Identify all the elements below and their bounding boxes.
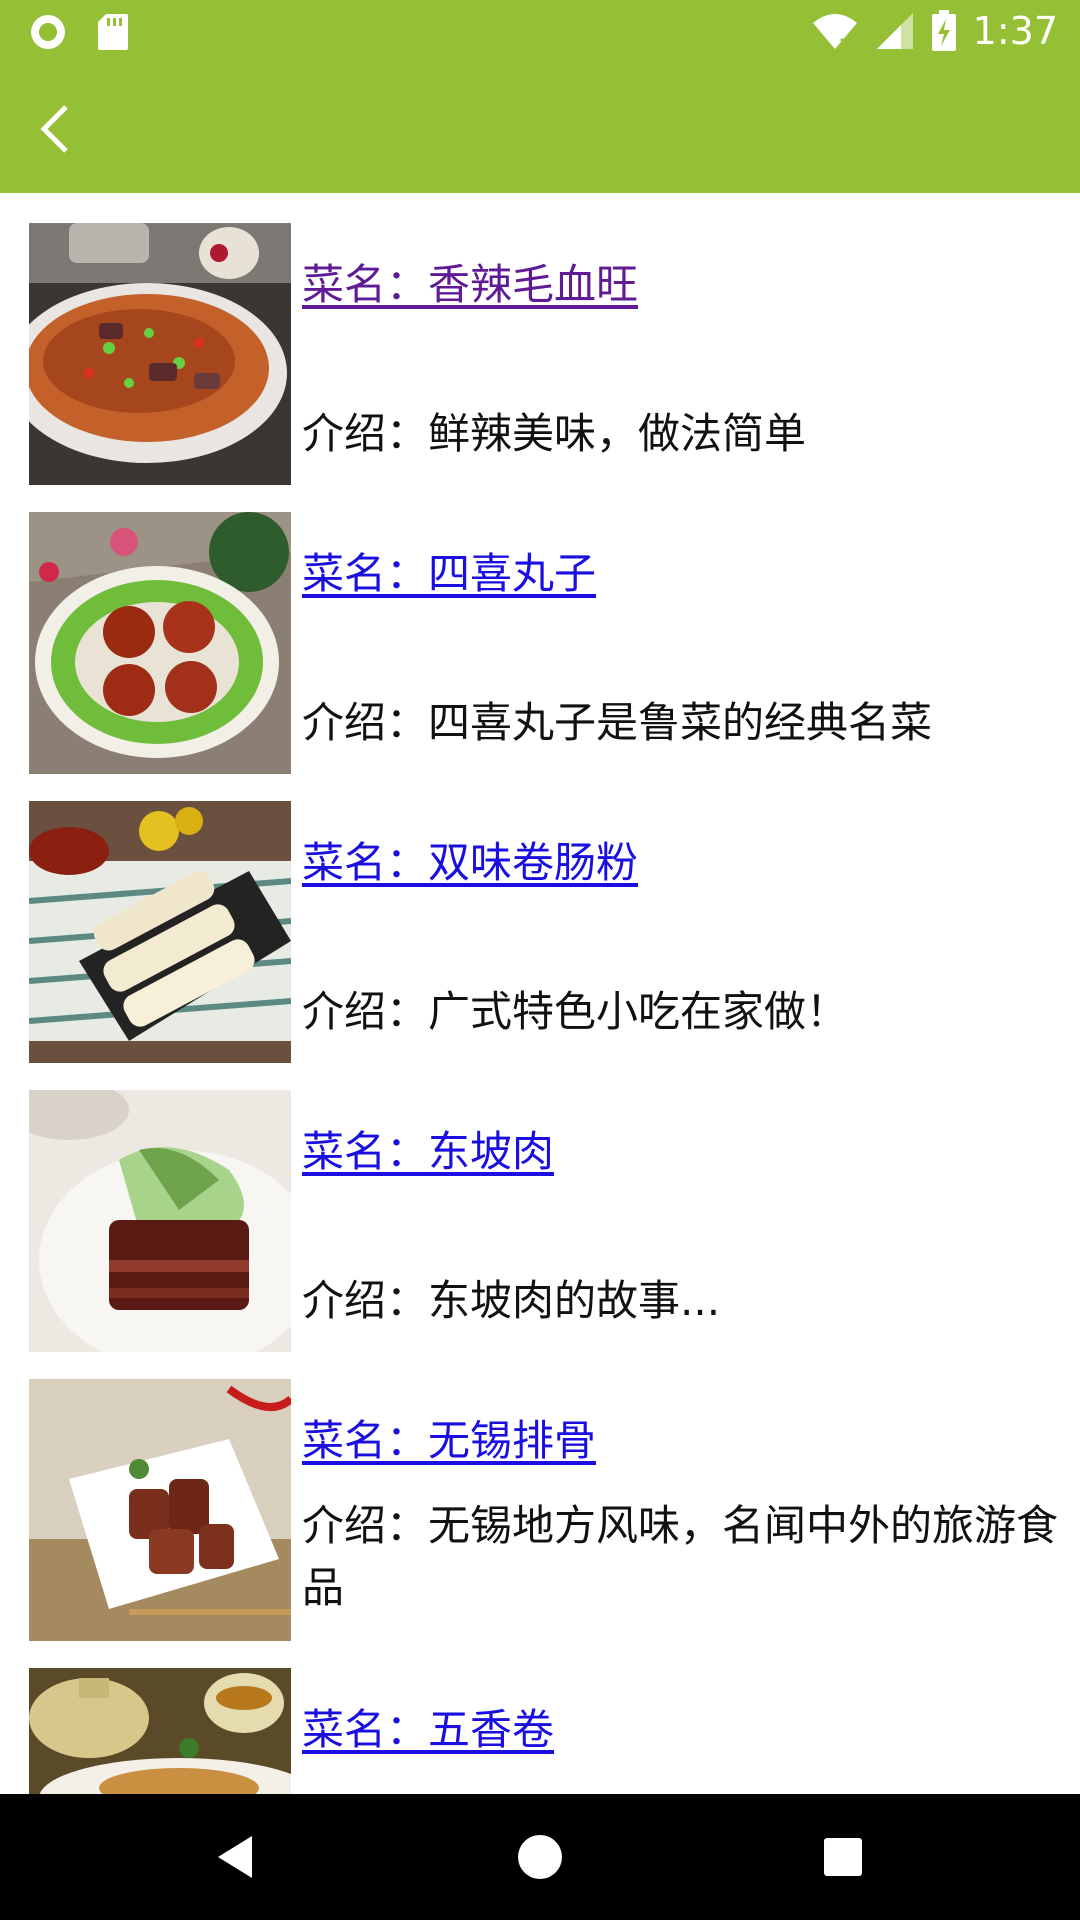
list-item[interactable]: 菜名：四喜丸子 介绍：四喜丸子是鲁菜的经典名菜 bbox=[29, 512, 1069, 774]
battery-charging-icon bbox=[931, 10, 956, 51]
status-time: 1:37 bbox=[972, 9, 1058, 53]
app-bar bbox=[0, 63, 1080, 193]
status-right-icons: 1:37 bbox=[811, 8, 1058, 54]
dish-image[interactable] bbox=[29, 223, 291, 485]
dish-intro: 介绍：四喜丸子是鲁菜的经典名菜 bbox=[302, 698, 933, 747]
dish-image[interactable] bbox=[29, 1090, 291, 1352]
sd-card-icon bbox=[98, 14, 128, 50]
dish-photo-rice-noodle-rolls bbox=[29, 801, 291, 1063]
square-recents-icon bbox=[824, 1838, 862, 1876]
dish-name-link[interactable]: 菜名：香辣毛血旺 bbox=[302, 259, 638, 311]
navigation-bar bbox=[0, 1794, 1080, 1920]
dish-intro: 介绍：广式特色小吃在家做！ bbox=[302, 987, 849, 1036]
list-item[interactable]: 菜名：五香卷 bbox=[29, 1668, 1069, 1794]
list-item[interactable]: 菜名：香辣毛血旺 介绍：鲜辣美味，做法简单 bbox=[29, 223, 1069, 485]
chevron-left-icon bbox=[40, 105, 68, 153]
circle-home-icon bbox=[518, 1835, 562, 1879]
dish-intro: 介绍：东坡肉的故事... bbox=[302, 1276, 721, 1325]
dish-photo-five-spice-rolls bbox=[29, 1668, 291, 1794]
dish-photo-dongpo-pork bbox=[29, 1090, 291, 1352]
dish-image[interactable] bbox=[29, 512, 291, 774]
circle-notification-icon bbox=[31, 15, 65, 49]
list-item[interactable]: 菜名：东坡肉 介绍：东坡肉的故事... bbox=[29, 1090, 1069, 1352]
dish-photo-wuxi-ribs bbox=[29, 1379, 291, 1641]
wifi-icon bbox=[812, 14, 857, 49]
dish-photo-spicy-blood-stew bbox=[29, 223, 291, 485]
dish-name-link[interactable]: 菜名：四喜丸子 bbox=[302, 548, 596, 600]
nav-recents-button[interactable] bbox=[810, 1824, 876, 1890]
status-left-icons bbox=[28, 12, 130, 52]
dish-name-link[interactable]: 菜名：东坡肉 bbox=[302, 1126, 554, 1178]
list-item[interactable]: 菜名：双味卷肠粉 介绍：广式特色小吃在家做！ bbox=[29, 801, 1069, 1063]
dish-intro: 介绍：鲜辣美味，做法简单 bbox=[302, 409, 807, 458]
signal-icon bbox=[876, 13, 913, 49]
nav-back-button[interactable] bbox=[204, 1824, 270, 1890]
dish-intro: 介绍：无锡地方风味，名闻中外的旅游食品 bbox=[302, 1501, 1059, 1612]
dish-name-link[interactable]: 菜名：双味卷肠粉 bbox=[302, 837, 638, 889]
dish-list[interactable]: 菜名：香辣毛血旺 介绍：鲜辣美味，做法简单 菜名：四喜丸子 介绍：四喜丸子是鲁菜… bbox=[0, 193, 1080, 1794]
dish-name-link[interactable]: 菜名：无锡排骨 bbox=[302, 1415, 596, 1467]
nav-home-button[interactable] bbox=[507, 1824, 573, 1890]
triangle-back-icon bbox=[218, 1836, 252, 1878]
list-item[interactable]: 菜名：无锡排骨 介绍：无锡地方风味，名闻中外的旅游食品 bbox=[29, 1379, 1069, 1641]
back-button[interactable] bbox=[24, 93, 96, 165]
dish-image[interactable] bbox=[29, 1379, 291, 1641]
dish-name-link[interactable]: 菜名：五香卷 bbox=[302, 1704, 554, 1756]
status-bar: 1:37 bbox=[0, 0, 1080, 63]
dish-photo-four-joy-meatballs bbox=[29, 512, 291, 774]
dish-image[interactable] bbox=[29, 801, 291, 1063]
dish-image[interactable] bbox=[29, 1668, 291, 1794]
